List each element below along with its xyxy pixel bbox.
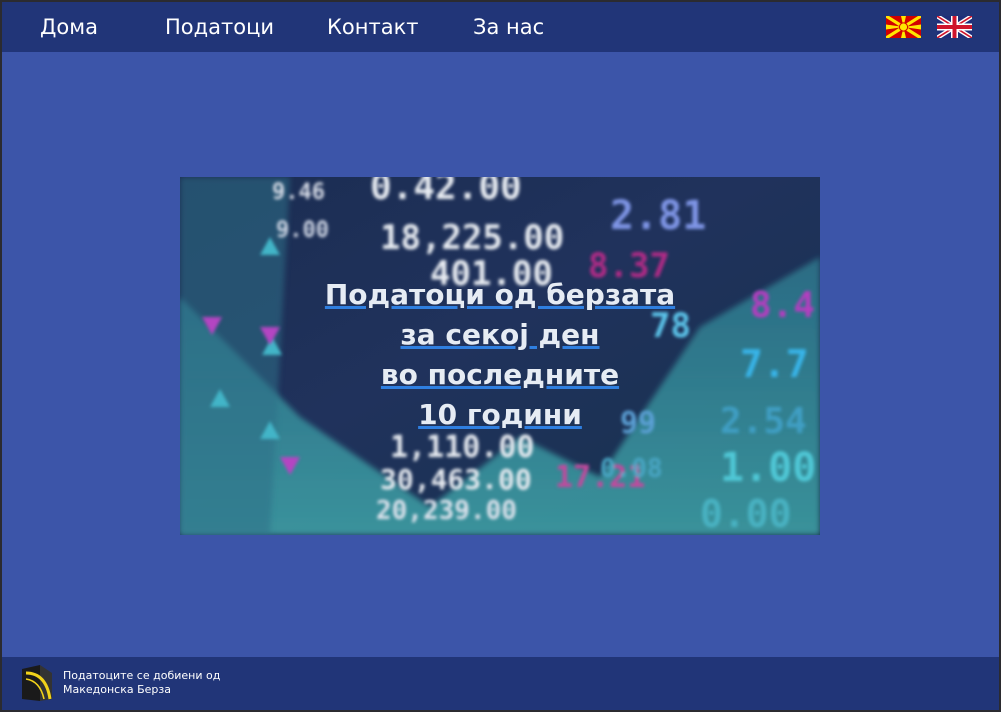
macedonia-flag-icon[interactable] xyxy=(886,16,921,38)
nav-item-contact[interactable]: Контакт xyxy=(327,15,419,39)
ticker-number: 0.08 xyxy=(600,454,663,484)
ticker-number: 1,110.00 xyxy=(390,430,535,465)
ticker-number: 0.42.00 xyxy=(370,177,522,208)
top-navigation-bar: Дома Податоци Контакт За нас xyxy=(2,2,999,52)
hero-banner: 9.46 0.42.00 18,225.00 401.00 2.81 8.37 … xyxy=(180,177,820,535)
macedonian-stock-exchange-logo-icon[interactable] xyxy=(20,665,54,701)
nav-item-data[interactable]: Податоци xyxy=(165,15,274,39)
ticker-number: 30,463.00 xyxy=(380,463,532,496)
hero-title: Податоци од берзата за секој ден во посл… xyxy=(180,275,820,435)
hero-title-line[interactable]: Податоци од берзата xyxy=(180,275,820,315)
ticker-number: 9.46 xyxy=(272,180,325,205)
ticker-number: 9.00 xyxy=(276,218,329,243)
ticker-number: 0.00 xyxy=(700,492,792,535)
footer-source-text: Податоците се добиени од Македонска Берз… xyxy=(63,669,220,697)
hero-title-line[interactable]: 10 години xyxy=(180,395,820,435)
footer: Податоците се добиени од Македонска Берз… xyxy=(2,657,999,710)
uk-flag-icon[interactable] xyxy=(937,16,972,38)
footer-line: Македонска Берза xyxy=(63,683,171,696)
footer-line: Податоците се добиени од xyxy=(63,669,221,682)
hero-title-line[interactable]: во последните xyxy=(180,355,820,395)
ticker-number: 2.81 xyxy=(610,193,706,239)
nav-item-about[interactable]: За нас xyxy=(473,15,544,39)
ticker-number: 18,225.00 xyxy=(380,218,564,258)
hero-title-line[interactable]: за секој ден xyxy=(180,315,820,355)
ticker-number: 20,239.00 xyxy=(376,496,517,526)
nav-item-home[interactable]: Дома xyxy=(40,15,98,39)
ticker-number: 1.00 xyxy=(720,445,816,491)
app-window: Дома Податоци Контакт За нас 9.46 0.42.0… xyxy=(0,0,1001,712)
